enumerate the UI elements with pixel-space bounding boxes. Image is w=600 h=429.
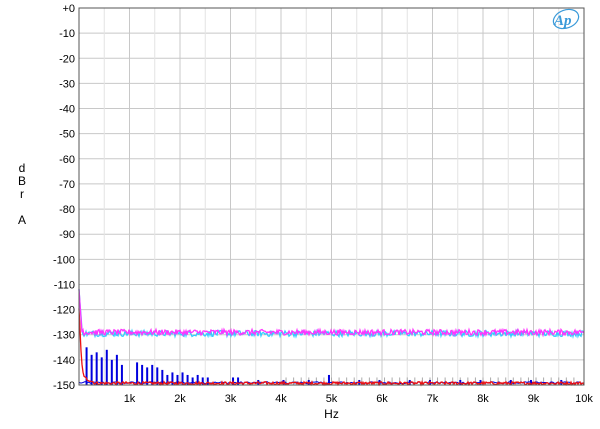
x-tick-label: 7k [427,393,439,405]
y-tick-label: -70 [59,179,75,191]
x-tick-label: 9k [528,393,540,405]
x-tick-labels: 1k 2k 3k 4k 5k 6k 7k 8k 9k 10k [124,393,594,405]
y-axis-label-char: B [18,174,26,188]
ap-logo: Ap [552,8,580,30]
y-axis-label-char: A [18,213,26,227]
x-axis-label: Hz [324,407,339,421]
y-tick-label: -80 [59,204,75,216]
x-tick-label: 4k [275,393,287,405]
y-tick-label: -130 [53,330,75,342]
chart-svg: +0 -10 -20 -30 -40 -50 -60 -70 -80 -90 -100 -110 -12… [18,3,594,421]
y-axis-label: dBrA [18,161,26,227]
y-tick-label: -10 [59,28,75,40]
y-tick-label: -20 [59,53,75,65]
y-tick-label: -140 [53,355,75,367]
x-tick-label: 6k [376,393,388,405]
y-tick-label: -60 [59,154,75,166]
y-tick-label: -50 [59,129,75,141]
x-tick-label: 2k [174,393,186,405]
y-tick-label: -150 [53,380,75,392]
y-tick-label: -110 [54,279,75,291]
y-tick-label: +0 [62,3,75,15]
y-axis-label-char: r [20,187,24,201]
y-tick-label: -40 [59,104,75,116]
y-tick-labels: +0 -10 -20 -30 -40 -50 -60 -70 -80 -90 -100 -110 -12… [53,3,75,392]
y-tick-label: -30 [59,78,75,90]
ap-logo-text: Ap [553,13,572,29]
y-tick-label: -90 [59,229,75,241]
x-tick-label: 8k [477,393,489,405]
x-tick-label: 3k [225,393,237,405]
y-tick-label: -100 [53,254,75,266]
x-tick-label: 10k [575,393,593,405]
y-tick-label: -120 [53,305,75,317]
grid [79,7,585,386]
x-tick-label: 1k [124,393,136,405]
x-tick-label: 5k [326,393,338,405]
y-axis-label-char: d [19,161,26,175]
